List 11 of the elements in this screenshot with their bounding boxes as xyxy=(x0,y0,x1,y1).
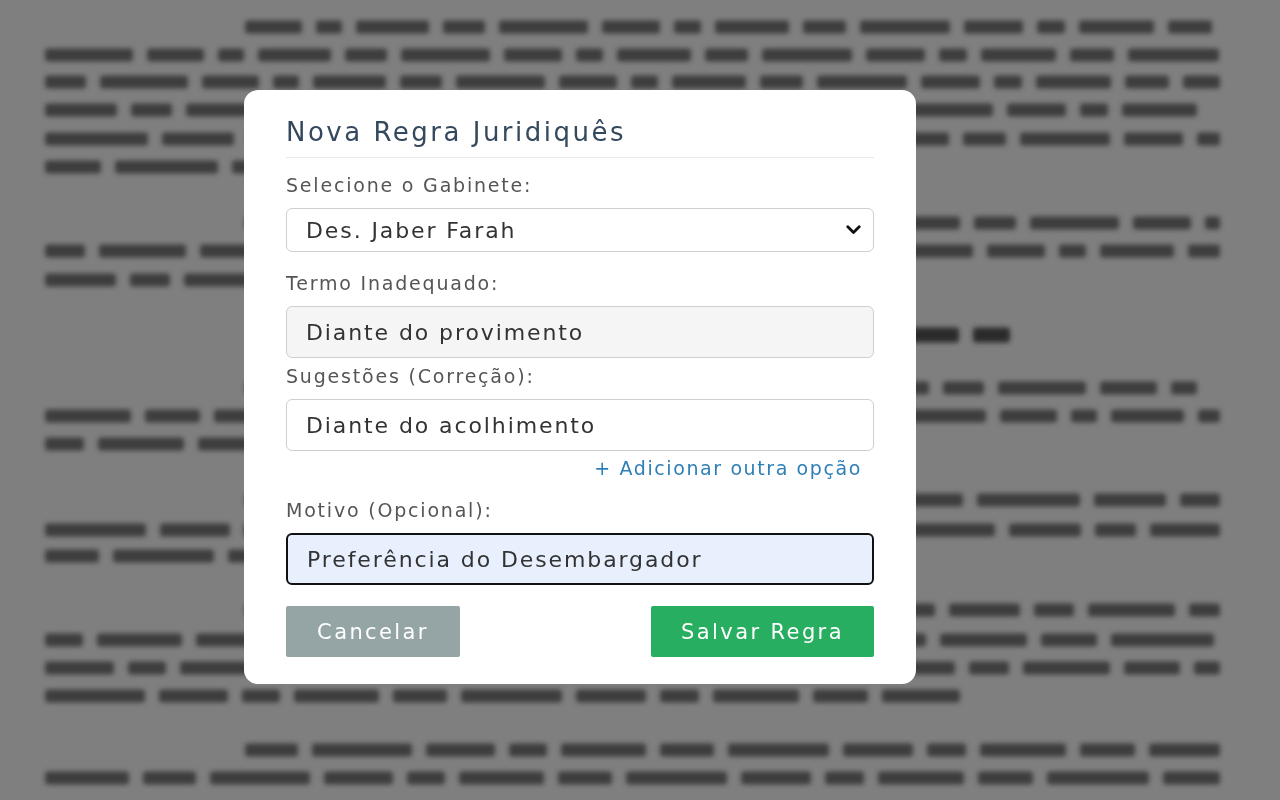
text-input-field[interactable]: Diante do acolhimento xyxy=(286,399,874,451)
add-option-link[interactable]: + Adicionar outra opção xyxy=(594,458,862,478)
gabinete-select[interactable]: Des. Jaber Farah xyxy=(286,208,874,252)
field-label: Sugestões (Correção): xyxy=(286,366,536,387)
field-label: Termo Inadequado: xyxy=(286,273,501,294)
field-label: Motivo (Opcional): xyxy=(286,500,494,521)
text-input-field[interactable]: Diante do provimento xyxy=(286,306,874,358)
text-input-field[interactable]: Preferência do Desembargador xyxy=(286,533,874,585)
dialog-title: Nova Regra Juridiquês xyxy=(286,117,628,147)
chevron-down-icon xyxy=(846,225,861,235)
field-label: Selecione o Gabinete: xyxy=(286,175,534,196)
